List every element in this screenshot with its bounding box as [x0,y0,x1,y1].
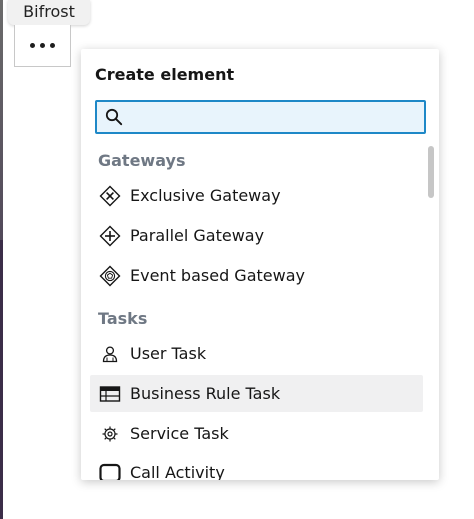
entry-parallel-gateway[interactable]: Parallel Gateway [90,217,423,254]
entry-exclusive-gateway[interactable]: Exclusive Gateway [90,177,423,214]
business-rule-task-icon [99,383,121,405]
call-activity-icon [99,462,121,480]
entry-label: Parallel Gateway [130,226,265,245]
parallel-gateway-icon [99,225,121,247]
document-tab-label: Bifrost [23,2,75,21]
entry-label: Service Task [130,424,229,443]
entry-service-task[interactable]: Service Task [90,415,423,452]
group-header-gateways: Gateways [98,151,186,170]
ellipsis-icon [40,43,45,48]
more-options-button[interactable] [14,25,71,67]
service-task-icon [99,423,121,445]
ellipsis-icon [30,43,35,48]
exclusive-gateway-icon [99,185,121,207]
entry-user-task[interactable]: User Task [90,335,423,372]
app-canvas: Bifrost Create element Gateways Exclusiv… [0,0,474,519]
entry-label: Exclusive Gateway [130,186,281,205]
ellipsis-icon [50,43,55,48]
search-input[interactable] [129,105,423,131]
search-field[interactable] [95,100,426,134]
entry-label: User Task [130,344,207,363]
entry-event-based-gateway[interactable]: Event based Gateway [90,257,423,294]
entry-label: Call Activity [130,463,225,480]
scrollbar-thumb[interactable] [428,146,434,198]
entry-label: Business Rule Task [130,384,281,403]
user-task-icon [99,343,121,365]
window-edge-lower [0,240,3,519]
entry-call-activity[interactable]: Call Activity [90,454,423,480]
entry-label: Event based Gateway [130,266,305,285]
entry-business-rule-task[interactable]: Business Rule Task [90,375,423,412]
create-element-popup: Create element Gateways Exclusive Gatewa… [81,49,439,480]
group-header-tasks: Tasks [98,309,148,328]
popup-title: Create element [95,65,235,84]
event-based-gateway-icon [99,265,121,287]
search-icon [105,108,123,126]
document-tab[interactable]: Bifrost [8,0,90,25]
